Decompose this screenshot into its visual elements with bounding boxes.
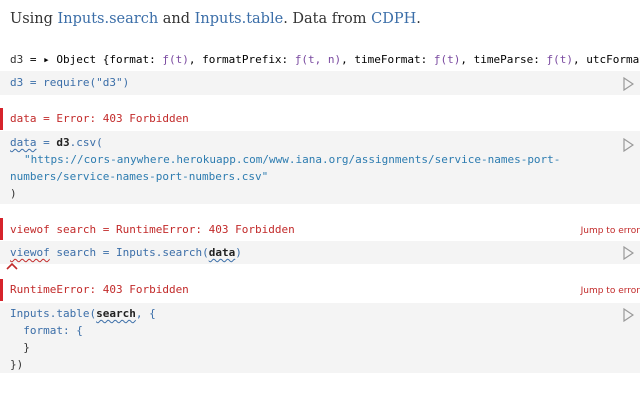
search-code-viewof: viewof [10, 246, 50, 259]
table-code-close: }) [10, 358, 24, 371]
data-code-d3: d3 [56, 136, 70, 149]
d3-output-fn1: ƒ(t) [162, 53, 189, 66]
table-code-brace: , { [135, 307, 156, 320]
intro-mid: and [158, 11, 195, 27]
d3-code-cell[interactable]: d3 = require("d3") [0, 71, 640, 95]
table-code-call: Inputs.table( [10, 307, 97, 320]
search-code-close: ) [235, 246, 242, 259]
d3-output-object: Object {format: [56, 53, 163, 66]
data-code-close: ) [10, 187, 17, 200]
table-error-output: RuntimeError: 403 Forbidden Jump to erro… [0, 281, 640, 302]
data-code-name: data [10, 136, 37, 149]
data-error-output: data = Error: 403 Forbidden [0, 110, 640, 127]
d3-output-name: d3 [10, 53, 24, 66]
caret-up-icon [6, 262, 18, 270]
link-inputs-search[interactable]: Inputs.search [58, 11, 159, 27]
jump-to-error-button[interactable]: Jump to error [576, 281, 640, 302]
data-error-text: data = Error: 403 Forbidden [10, 112, 189, 125]
search-error-output: viewof search = RuntimeError: 403 Forbid… [0, 221, 640, 242]
d3-output-k1: , formatPrefix: [188, 53, 295, 66]
table-code-arg: search [96, 307, 136, 320]
d3-output-fn3: ƒ(t) [433, 53, 461, 66]
expand-arrow-icon[interactable]: ▸ [43, 53, 50, 66]
intro-text: Using Inputs.search and Inputs.table. Da… [10, 11, 421, 27]
d3-output-eq: = [23, 53, 44, 66]
data-code-url2: numbers/service-names-port-numbers.csv" [10, 170, 269, 183]
d3-output-k2: , timeFormat: [341, 53, 434, 66]
d3-output-fn2: ƒ(t, n) [294, 53, 342, 66]
search-code-rest: search = Inputs.search( [49, 246, 209, 259]
d3-code-text: d3 = require("d3") [10, 76, 130, 89]
link-inputs-table[interactable]: Inputs.table [195, 11, 284, 27]
error-bar [0, 279, 3, 301]
table-error-text: RuntimeError: 403 Forbidden [10, 283, 189, 296]
search-code-cell[interactable]: viewof search = Inputs.search(data) [0, 241, 640, 264]
jump-to-error-button[interactable]: Jump to error [576, 221, 640, 242]
play-icon[interactable] [622, 246, 634, 260]
d3-output-k3: , timeParse: [460, 53, 547, 66]
d3-output-k4: , utcFormat: [572, 53, 640, 66]
table-code-cell[interactable]: Inputs.table(search, { format: { } }) [0, 303, 640, 373]
search-code-arg: data [208, 246, 236, 259]
table-code-close-inner: } [10, 341, 30, 354]
data-code-eq: = [36, 136, 57, 149]
data-code-csv: .csv( [69, 136, 103, 149]
d3-output-fn4: ƒ(t) [546, 53, 573, 66]
play-icon[interactable] [622, 77, 634, 91]
link-cdph[interactable]: CDPH [371, 11, 416, 27]
data-code-url1: "https://cors-anywhere.herokuapp.com/www… [24, 153, 561, 166]
d3-output-cell[interactable]: d3 = ▸ Object {format: ƒ(t), formatPrefi… [0, 51, 640, 68]
table-code-format: format: { [10, 324, 83, 337]
intro-pre: Using [10, 11, 58, 27]
search-error-text: viewof search = RuntimeError: 403 Forbid… [10, 223, 295, 236]
play-icon[interactable] [622, 138, 634, 152]
play-icon[interactable] [622, 308, 634, 322]
intro-post: . Data from [283, 11, 372, 27]
data-code-cell[interactable]: data = d3.csv( "https://cors-anywhere.he… [0, 131, 640, 204]
intro-end: . [416, 11, 421, 27]
